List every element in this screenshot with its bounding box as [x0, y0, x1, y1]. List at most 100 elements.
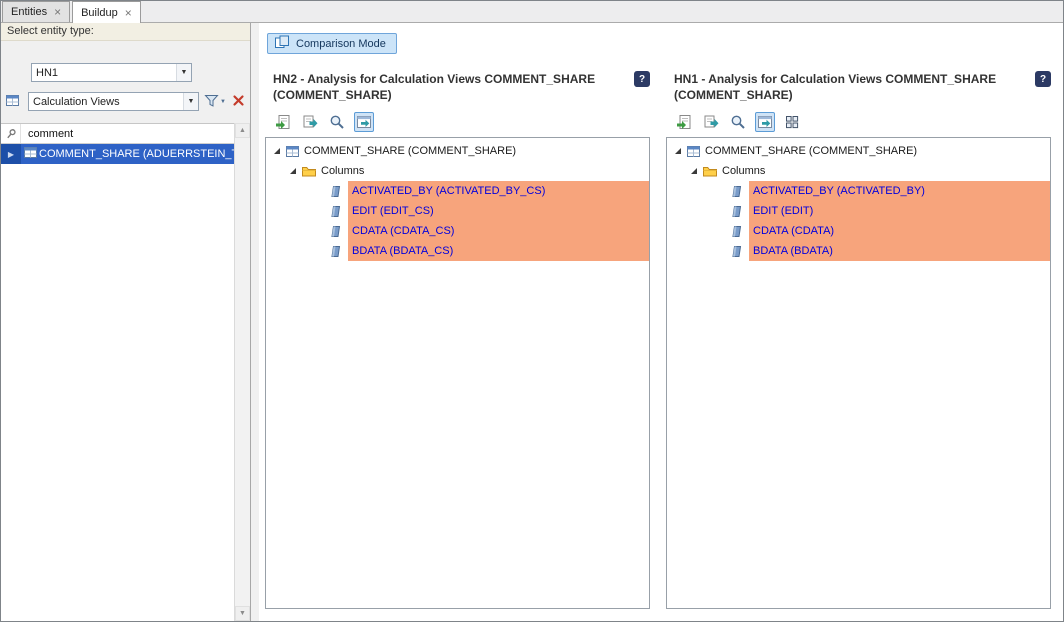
tree-item-label[interactable]: BDATA (BDATA): [749, 241, 1050, 261]
panel-hn2-tree: COMMENT_SHARE (COMMENT_SHARE) Columns: [265, 137, 650, 609]
export-excel-icon[interactable]: [674, 112, 694, 132]
tree-folder-label: Columns: [321, 165, 364, 177]
panel-hn1-toolbar: [666, 103, 1051, 137]
tree-item-cdata[interactable]: CDATA (CDATA_CS): [266, 221, 649, 241]
tree-node-columns[interactable]: Columns: [667, 161, 1050, 181]
panel-hn2: HN2 - Analysis for Calculation Views COM…: [265, 71, 650, 609]
tree-item-label[interactable]: EDIT (EDIT_CS): [348, 201, 649, 221]
tree-item-cdata[interactable]: CDATA (CDATA): [667, 221, 1050, 241]
tree-item-edit[interactable]: EDIT (EDIT): [667, 201, 1050, 221]
calculation-view-icon: [6, 94, 19, 110]
tab-bar: Entities × Buildup ×: [1, 1, 1063, 23]
expander-icon[interactable]: [674, 147, 682, 155]
column-icon: [731, 225, 743, 238]
folder-icon: [703, 165, 717, 178]
grid-view-icon[interactable]: [782, 112, 802, 132]
export-excel-icon[interactable]: [273, 112, 293, 132]
tree-root-label: COMMENT_SHARE (COMMENT_SHARE): [304, 145, 516, 157]
panel-hn1: HN1 - Analysis for Calculation Views COM…: [666, 71, 1051, 609]
close-icon[interactable]: ×: [125, 7, 132, 19]
entity-table-header: comment: [1, 124, 235, 144]
tree-item-label[interactable]: EDIT (EDIT): [749, 201, 1050, 221]
help-icon[interactable]: ?: [1035, 71, 1051, 87]
panel-hn1-tree: COMMENT_SHARE (COMMENT_SHARE) Columns: [666, 137, 1051, 609]
tree-item-label[interactable]: BDATA (BDATA_CS): [348, 241, 649, 261]
calculation-view-icon: [286, 145, 299, 158]
calculation-view-icon: [24, 146, 37, 162]
export-forward-icon[interactable]: [701, 112, 721, 132]
comment-column-header[interactable]: comment: [21, 124, 235, 143]
tree-item-label[interactable]: ACTIVATED_BY (ACTIVATED_BY_CS): [348, 181, 649, 201]
sidebar-scrollbar[interactable]: ▲ ▼: [234, 123, 250, 621]
column-icon: [731, 185, 743, 198]
folder-icon: [302, 165, 316, 178]
column-icon: [330, 225, 342, 238]
entity-dropdown-value: HN1: [32, 67, 176, 79]
highlight-differences-icon[interactable]: [354, 112, 374, 132]
main-area: Comparison Mode HN2 - Analysis for Calcu…: [259, 23, 1063, 621]
tree-item-edit[interactable]: EDIT (EDIT_CS): [266, 201, 649, 221]
tree-node-columns[interactable]: Columns: [266, 161, 649, 181]
tree-item-bdata[interactable]: BDATA (BDATA_CS): [266, 241, 649, 261]
tree-item-label[interactable]: CDATA (CDATA): [749, 221, 1050, 241]
dropdown-arrow-icon: ▼: [220, 99, 226, 105]
dropdown-arrow-icon[interactable]: ▼: [183, 93, 198, 110]
row-marker-icon: ▶: [1, 144, 21, 164]
expander-icon[interactable]: [289, 167, 297, 175]
tree-node-root[interactable]: COMMENT_SHARE (COMMENT_SHARE): [266, 141, 649, 161]
tree-root-label: COMMENT_SHARE (COMMENT_SHARE): [705, 145, 917, 157]
tree-item-activated-by[interactable]: ACTIVATED_BY (ACTIVATED_BY_CS): [266, 181, 649, 201]
column-icon: [330, 205, 342, 218]
filter-icon: [204, 93, 219, 111]
entity-table: comment ▶ COMMENT_SHARE (ADUERRSTEIN_T: [1, 123, 235, 621]
tree-node-root[interactable]: COMMENT_SHARE (COMMENT_SHARE): [667, 141, 1050, 161]
tree-folder-label: Columns: [722, 165, 765, 177]
export-forward-icon[interactable]: [300, 112, 320, 132]
zoom-icon[interactable]: [327, 112, 347, 132]
filter-button[interactable]: ▼: [203, 92, 227, 111]
tree-item-bdata[interactable]: BDATA (BDATA): [667, 241, 1050, 261]
tab-buildup-label: Buildup: [81, 7, 118, 19]
panel-hn2-toolbar: [265, 103, 650, 137]
clear-filter-icon: [232, 94, 245, 110]
help-icon[interactable]: ?: [634, 71, 650, 87]
panel-hn1-header: HN1 - Analysis for Calculation Views COM…: [666, 71, 1051, 103]
tab-buildup[interactable]: Buildup ×: [72, 1, 141, 23]
tab-entities-label: Entities: [11, 6, 47, 18]
zoom-icon[interactable]: [728, 112, 748, 132]
panel-hn2-header: HN2 - Analysis for Calculation Views COM…: [265, 71, 650, 103]
panel-hn2-title: HN2 - Analysis for Calculation Views COM…: [273, 71, 634, 103]
column-icon: [731, 245, 743, 258]
table-row[interactable]: ▶ COMMENT_SHARE (ADUERRSTEIN_T: [1, 144, 235, 164]
comparison-mode-button[interactable]: Comparison Mode: [267, 33, 397, 54]
table-row-label: COMMENT_SHARE (ADUERRSTEIN_T: [39, 148, 235, 160]
comparison-mode-label: Comparison Mode: [296, 38, 386, 50]
expander-icon[interactable]: [273, 147, 281, 155]
scroll-up-icon[interactable]: ▲: [235, 123, 250, 138]
view-type-dropdown-value: Calculation Views: [29, 96, 183, 108]
tree-item-activated-by[interactable]: ACTIVATED_BY (ACTIVATED_BY): [667, 181, 1050, 201]
sidebar: Select entity type: HN1 ▼ Calculation Vi…: [1, 23, 251, 621]
highlight-differences-icon[interactable]: [755, 112, 775, 132]
column-icon: [330, 185, 342, 198]
panel-hn1-title: HN1 - Analysis for Calculation Views COM…: [674, 71, 1035, 103]
entity-type-label: Select entity type:: [1, 23, 250, 41]
scroll-down-icon[interactable]: ▼: [235, 606, 250, 621]
pin-icon: [1, 124, 21, 143]
tree-item-label[interactable]: CDATA (CDATA_CS): [348, 221, 649, 241]
expander-icon[interactable]: [690, 167, 698, 175]
clear-filter-button[interactable]: [230, 94, 246, 110]
comparison-icon: [274, 34, 290, 53]
app-window: Entities × Buildup × Select entity type:…: [0, 0, 1064, 622]
view-type-dropdown[interactable]: Calculation Views ▼: [28, 92, 199, 111]
column-icon: [330, 245, 342, 258]
close-icon[interactable]: ×: [54, 6, 61, 18]
calculation-view-icon: [687, 145, 700, 158]
dropdown-arrow-icon[interactable]: ▼: [176, 64, 191, 81]
column-icon: [731, 205, 743, 218]
comparison-panels: HN2 - Analysis for Calculation Views COM…: [265, 71, 1051, 609]
entity-dropdown[interactable]: HN1 ▼: [31, 63, 192, 82]
sidebar-splitter[interactable]: [251, 23, 259, 621]
tree-item-label[interactable]: ACTIVATED_BY (ACTIVATED_BY): [749, 181, 1050, 201]
tab-entities[interactable]: Entities ×: [2, 1, 70, 22]
